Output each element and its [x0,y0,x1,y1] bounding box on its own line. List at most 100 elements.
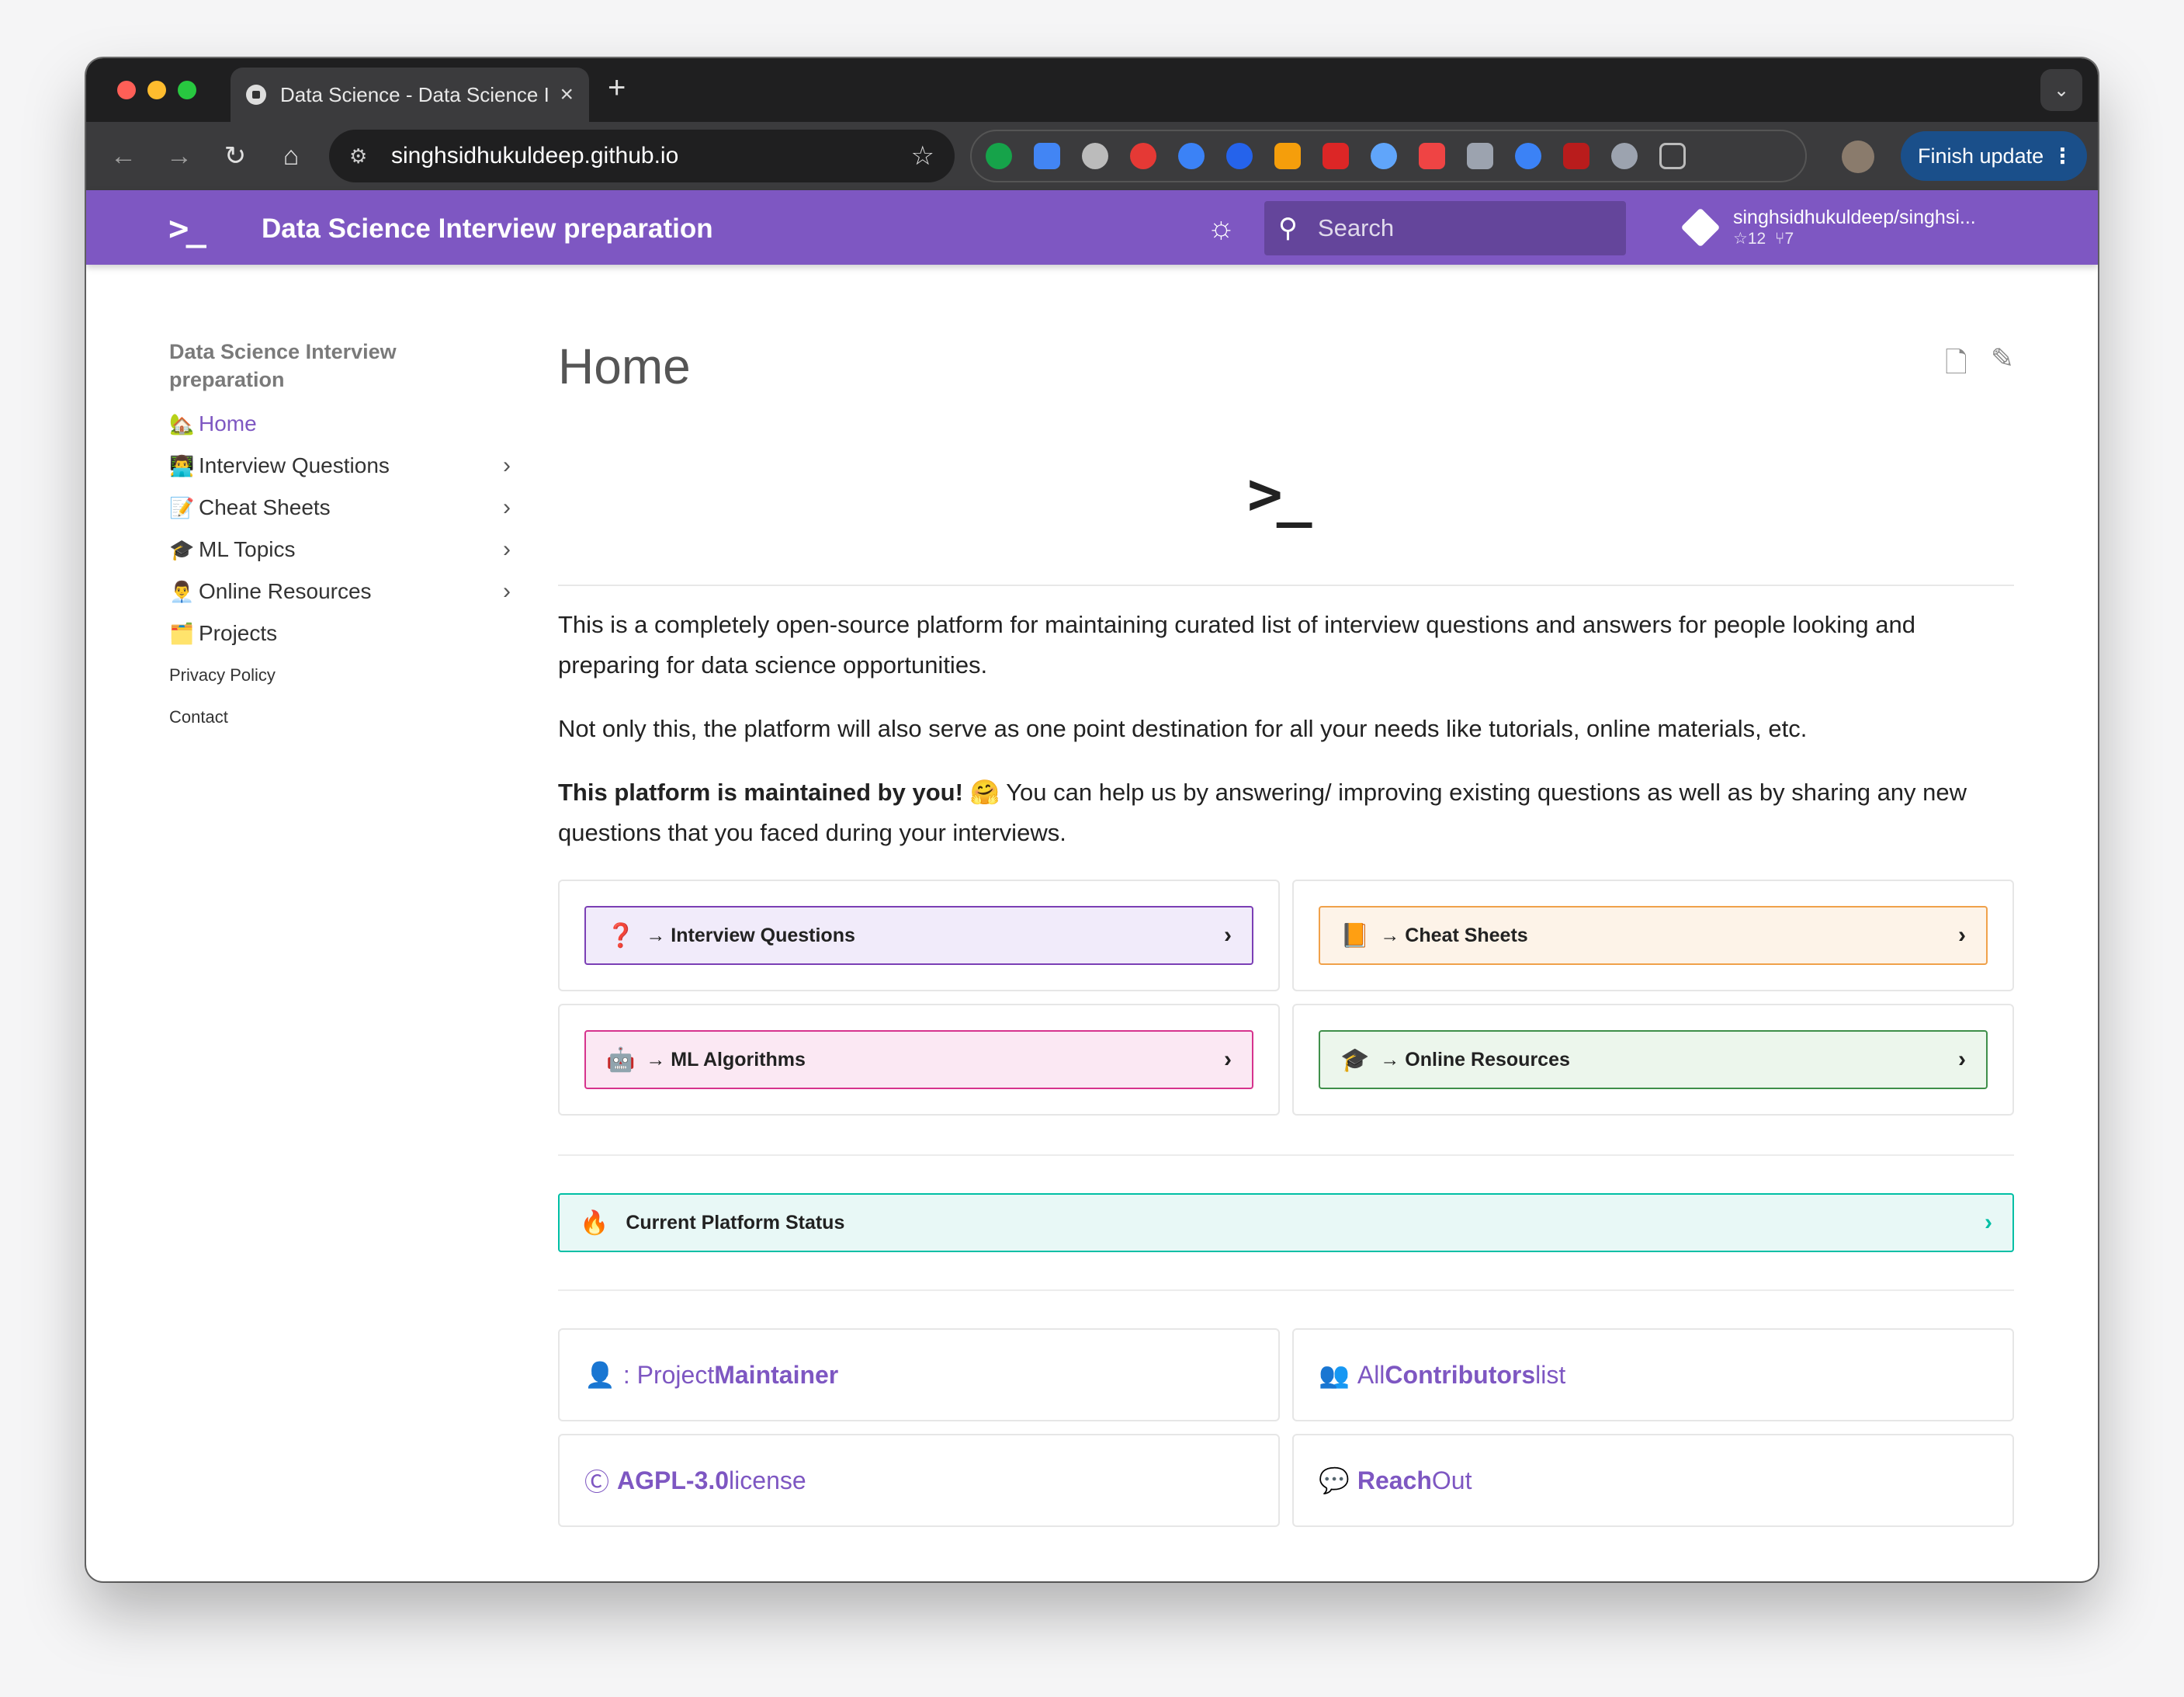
metamask-extension-icon[interactable] [1274,143,1301,169]
edit-page-icon[interactable]: ✎ [1991,342,2014,390]
tab-search-button[interactable]: ⌄ [2040,69,2082,111]
sidebar-item-contact[interactable]: Contact [169,696,511,738]
git-icon [1680,207,1721,247]
puzzle-extensions-icon[interactable] [1659,143,1686,169]
reload-icon[interactable]: ↻ [207,141,263,172]
platform-status-expander[interactable]: 🔥 Current Platform Status › [558,1193,2014,1252]
ml-algorithms-link[interactable]: 🤖 → ML Algorithms › [584,1030,1253,1089]
sidebar-item-interview-questions[interactable]: 👨‍💻 Interview Questions › [169,445,511,487]
home-icon[interactable]: ⌂ [263,141,319,172]
chevron-right-icon[interactable]: › [503,453,511,479]
extensions-bar [970,130,1807,182]
project-maintainer-card[interactable]: 👤 : Project Maintainer [558,1328,1280,1421]
notes-extension-icon[interactable] [1467,143,1493,169]
chevron-right-icon: › [1224,1046,1232,1072]
zoom-window-button[interactable] [178,81,196,99]
reach-link[interactable]: Reach [1357,1466,1432,1495]
search-icon: ⚲ [1278,213,1298,243]
online-resources-link[interactable]: 🎓 → Online Resources › [1319,1030,1988,1089]
sidebar-item-label: ML Topics [199,537,296,561]
site-logo[interactable]: >_ [168,209,206,248]
grid-cell: 🤖 → ML Algorithms › [558,1004,1280,1116]
back-icon[interactable]: ← [95,141,151,172]
folder-icon: 🗂️ [169,621,195,645]
contributors-link[interactable]: Contributors [1385,1361,1535,1390]
sidebar-item-label: Projects [199,621,278,645]
forward-icon[interactable]: → [151,141,207,172]
translate-extension-icon[interactable] [1034,143,1060,169]
copyleft-icon: Ⓒ [584,1468,610,1496]
license-link[interactable]: AGPL-3.0 [617,1466,729,1495]
menu-dots-icon[interactable]: ⋮ [2052,144,2073,168]
user-tie-icon: 👤 [584,1361,615,1389]
quick-links-grid: ❓ → Interview Questions › 📙 → Cheat Shee… [558,880,2014,1116]
fire-icon: 🔥 [580,1209,609,1236]
glasses-extension-icon[interactable] [1082,143,1108,169]
sidebar-item-projects[interactable]: 🗂️ Projects [169,613,511,654]
repo-link[interactable]: singhsidhukuldeep/singhsi... ☆12 ⑂7 [1680,206,1976,248]
repo-name: singhsidhukuldeep/singhsi... [1733,206,1976,228]
sidebar-item-ml-topics[interactable]: 🎓 ML Topics › [169,529,511,571]
footer-cards-grid: 👤 : Project Maintainer 👥 All Contributor… [558,1328,2014,1527]
chevron-right-icon[interactable]: › [503,578,511,605]
site-header: >_ Data Science Interview preparation ☼ … [86,190,2098,265]
theme-toggle-icon[interactable]: ☼ [1207,210,1236,245]
close-tab-icon[interactable]: × [560,82,574,108]
chevron-right-icon: › [1224,922,1232,948]
gear-extension-icon[interactable] [1371,143,1397,169]
contributors-card[interactable]: 👥 All Contributors list [1292,1328,2014,1421]
main-content: Home 🗋 ✎ >_ This is a completely open-so… [558,338,2014,1527]
link-label: → Cheat Sheets [1380,924,1528,946]
chevron-right-icon[interactable]: › [503,536,511,563]
maintainer-link[interactable]: Maintainer [714,1361,838,1390]
hero-logo-section: >_ [558,408,2014,586]
chevron-right-icon[interactable]: › [503,495,511,521]
close-window-button[interactable] [117,81,136,99]
grid-cell: 🎓 → Online Resources › [1292,1004,2014,1116]
new-tab-button[interactable]: + [608,71,626,106]
sidebar-item-cheat-sheets[interactable]: 📝 Cheat Sheets › [169,487,511,529]
sidebar-item-online-resources[interactable]: 👨‍💼 Online Resources › [169,571,511,613]
shazam-extension-icon[interactable] [1515,143,1541,169]
camera-extension-icon[interactable] [1611,143,1638,169]
repo-stars: ☆12 [1733,230,1766,248]
users-icon: 👥 [1319,1361,1350,1389]
sidebar-title: Data Science Interview preparation [169,340,397,391]
profile-avatar[interactable] [1842,141,1874,173]
sidebar-item-home[interactable]: 🏡 Home [169,403,511,445]
read-aloud-extension-icon[interactable] [1178,143,1205,169]
hugging-face-icon: 🤗 [969,779,1000,806]
link-label: → ML Algorithms [646,1048,806,1071]
grid-cell: 📙 → Cheat Sheets › [1292,880,2014,991]
sidebar-nav: Data Science Interview preparation 🏡 Hom… [169,338,511,738]
pdf-extension-icon[interactable] [1563,143,1589,169]
contrib-prefix: All [1357,1360,1385,1389]
finish-update-button[interactable]: Finish update ⋮ [1901,131,2087,181]
video-extension-icon[interactable] [1323,143,1349,169]
grammarly-extension-icon[interactable] [986,143,1012,169]
window-controls [117,81,196,99]
dislike-extension-icon[interactable] [1419,143,1445,169]
sidebar-item-privacy-policy[interactable]: Privacy Policy [169,654,511,696]
maintainer-prefix: : Project [622,1360,715,1389]
site-settings-icon[interactable]: ⚙ [349,144,379,168]
search-input[interactable]: ⚲ Search [1264,201,1626,255]
browser-tab[interactable]: Data Science - Data Science I × [231,68,589,122]
intro-paragraph: This is a completely open-source platfor… [558,611,1915,678]
reach-out-card[interactable]: 💬 Reach Out [1292,1434,2014,1527]
cheat-sheets-link[interactable]: 📙 → Cheat Sheets › [1319,906,1988,965]
sidebar-item-label: Interview Questions [199,453,390,477]
minimize-window-button[interactable] [147,81,166,99]
adblock-extension-icon[interactable] [1130,143,1156,169]
bookmark-star-icon[interactable]: ☆ [911,141,934,172]
robot-icon: 🤖 [606,1046,636,1073]
interview-questions-link[interactable]: ❓ → Interview Questions › [584,906,1253,965]
browser-toolbar: ← → ↻ ⌂ ⚙ singhsidhukuldeep.github.io ☆ [86,122,2098,190]
page-title: Home [558,338,691,394]
address-bar[interactable]: ⚙ singhsidhukuldeep.github.io ☆ [329,130,955,182]
url-text: singhsidhukuldeep.github.io [391,143,679,168]
view-source-icon[interactable]: 🗋 [1945,342,1967,390]
refresh-extension-icon[interactable] [1226,143,1253,169]
license-card[interactable]: Ⓒ AGPL-3.0 license [558,1434,1280,1527]
status-label: Current Platform Status [626,1211,845,1234]
